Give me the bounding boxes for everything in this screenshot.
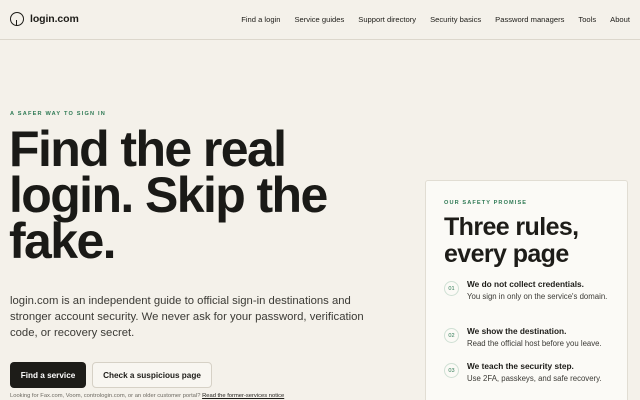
rule-body: We teach the security step. Use 2FA, pas… bbox=[467, 361, 617, 385]
check-suspicious-page-button[interactable]: Check a suspicious page bbox=[92, 362, 212, 388]
site-header: login.com Find a login Service guides Su… bbox=[0, 0, 640, 40]
nav-support-directory[interactable]: Support directory bbox=[358, 15, 416, 24]
rule-description: Use 2FA, passkeys, and safe recovery. bbox=[467, 374, 602, 383]
safety-promise-card: OUR SAFETY PROMISE Three rules, every pa… bbox=[425, 180, 628, 400]
rule-item: 02 We show the destination. Read the off… bbox=[444, 326, 617, 350]
rule-item: 03 We teach the security step. Use 2FA, … bbox=[444, 361, 617, 385]
hero-eyebrow: A SAFER WAY TO SIGN IN bbox=[10, 111, 107, 117]
former-services-note: Looking for Fax.com, Voom, contrologin.c… bbox=[10, 393, 430, 399]
find-service-button[interactable]: Find a service bbox=[10, 362, 86, 388]
former-services-link[interactable]: Read the former-services notice bbox=[202, 393, 284, 399]
card-eyebrow: OUR SAFETY PROMISE bbox=[444, 200, 528, 206]
nav-password-managers[interactable]: Password managers bbox=[495, 15, 564, 24]
nav-service-guides[interactable]: Service guides bbox=[294, 15, 344, 24]
rule-number-badge: 01 bbox=[444, 281, 459, 296]
nav-security-basics[interactable]: Security basics bbox=[430, 15, 481, 24]
rule-description: You sign in only on the service's domain… bbox=[467, 292, 608, 301]
nav-find-a-login[interactable]: Find a login bbox=[241, 15, 280, 24]
rule-number-badge: 03 bbox=[444, 363, 459, 378]
nav-about[interactable]: About bbox=[610, 15, 630, 24]
location-pin-icon bbox=[10, 12, 24, 26]
rule-title: We show the destination. bbox=[467, 326, 567, 336]
rule-number-badge: 02 bbox=[444, 328, 459, 343]
footnote-text: Looking for Fax.com, Voom, contrologin.c… bbox=[10, 393, 201, 399]
rule-body: We show the destination. Read the offici… bbox=[467, 326, 617, 350]
hero-lead: login.com is an independent guide to off… bbox=[10, 295, 364, 339]
rule-item: 01 We do not collect credentials. You si… bbox=[444, 279, 617, 303]
card-title: Three rules, every page bbox=[444, 213, 579, 268]
rule-title: We teach the security step. bbox=[467, 361, 574, 371]
rule-body: We do not collect credentials. You sign … bbox=[467, 279, 617, 303]
rule-title: We do not collect credentials. bbox=[467, 279, 584, 289]
logo-text: login.com bbox=[30, 13, 79, 25]
hero-title: Find the real login. Skip the fake. bbox=[9, 121, 328, 269]
main-nav: Find a login Service guides Support dire… bbox=[241, 15, 630, 24]
site-logo[interactable]: login.com bbox=[10, 12, 79, 26]
rule-description: Read the official host before you leave. bbox=[467, 339, 602, 348]
nav-tools[interactable]: Tools bbox=[578, 15, 596, 24]
